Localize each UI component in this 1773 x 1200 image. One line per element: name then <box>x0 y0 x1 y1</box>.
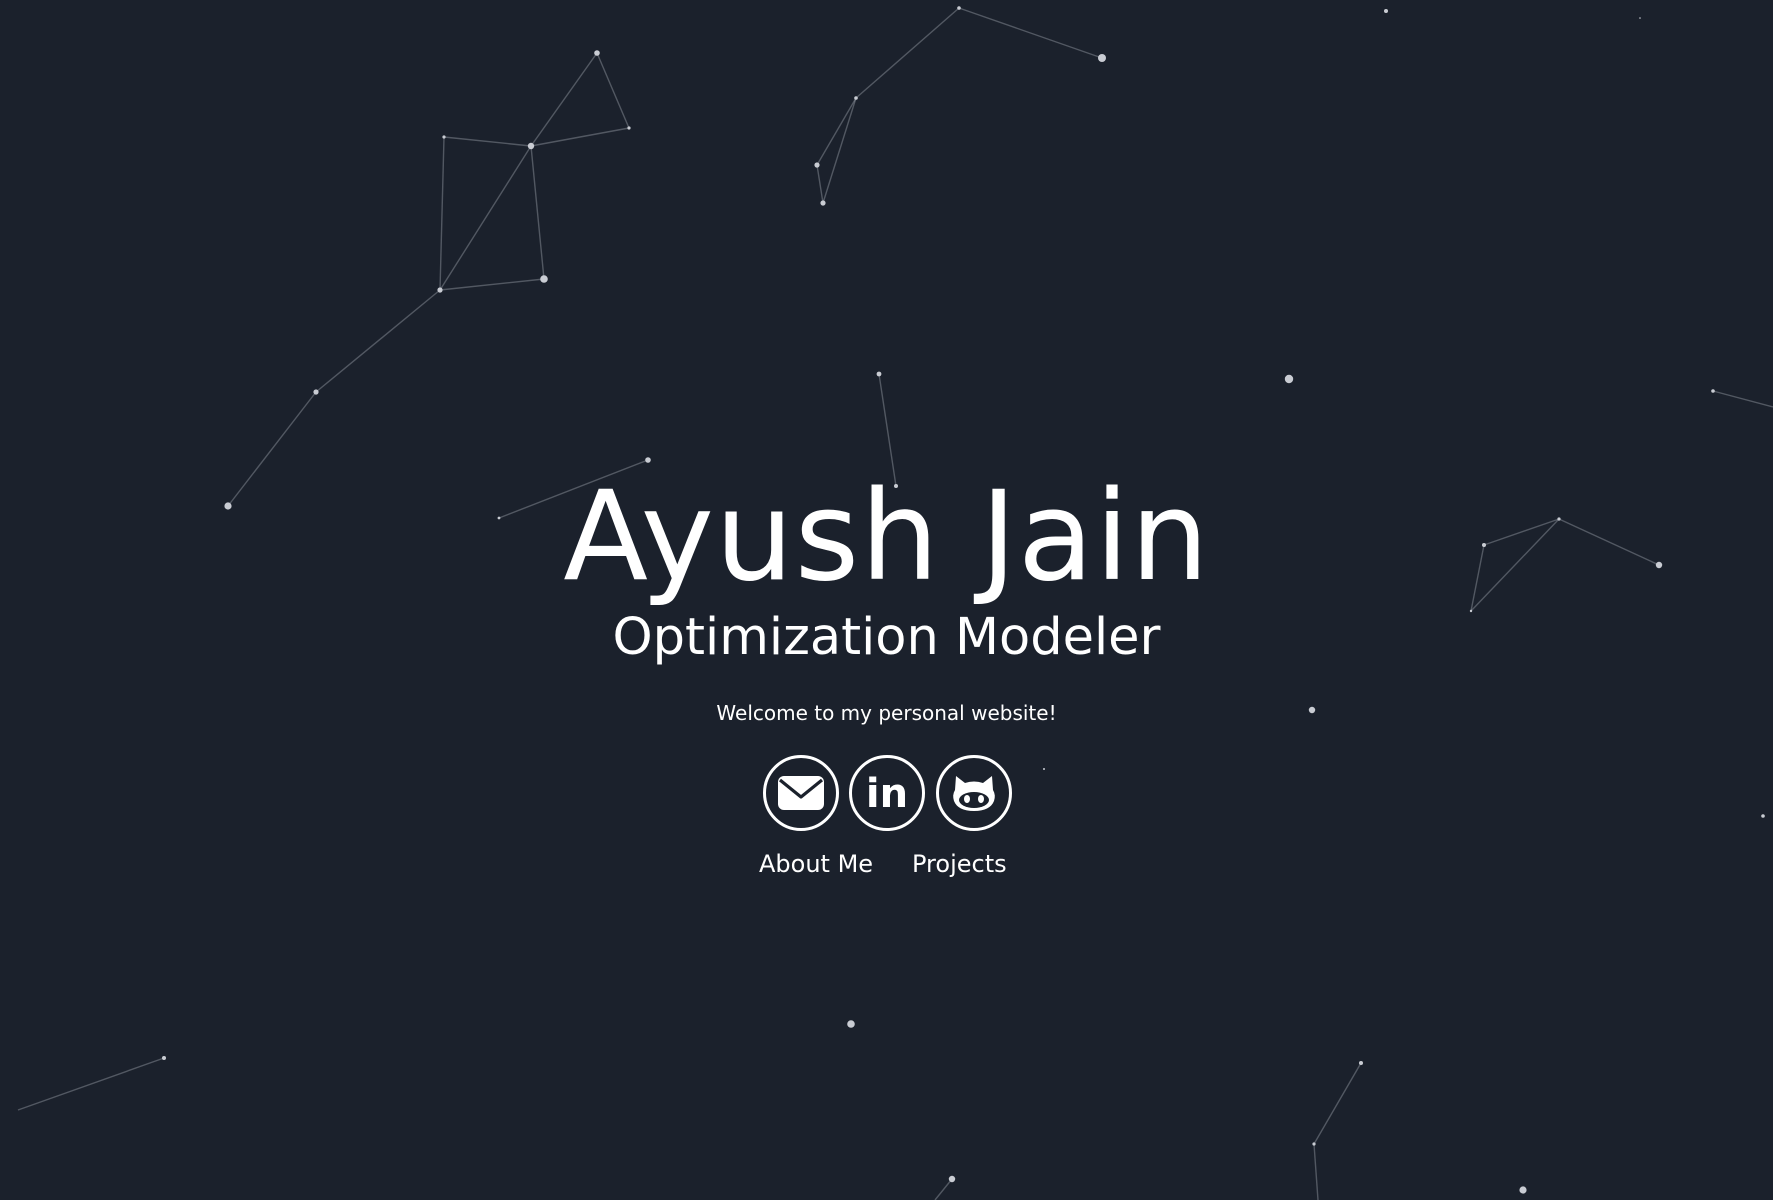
hero-name: Ayush Jain <box>563 465 1210 609</box>
page-background: Ayush Jain Optimization Modeler Welcome … <box>0 0 1773 1200</box>
hero-role: Optimization Modeler <box>612 608 1161 667</box>
nav-link-projects[interactable]: Projects <box>912 848 1007 880</box>
linkedin-icon: in <box>866 773 908 813</box>
social-links: in <box>763 755 1012 831</box>
welcome-text: Welcome to my personal website! <box>716 701 1057 725</box>
github-button[interactable] <box>936 755 1012 831</box>
site-nav: About Me Projects <box>0 848 1773 880</box>
nav-link-about[interactable]: About Me <box>759 848 873 880</box>
email-button[interactable] <box>763 755 839 831</box>
svg-text:in: in <box>866 773 908 813</box>
linkedin-button[interactable]: in <box>849 755 925 831</box>
envelope-icon <box>778 776 824 810</box>
github-icon <box>953 776 995 811</box>
hero-section: Ayush Jain Optimization Modeler Welcome … <box>0 0 1773 1200</box>
